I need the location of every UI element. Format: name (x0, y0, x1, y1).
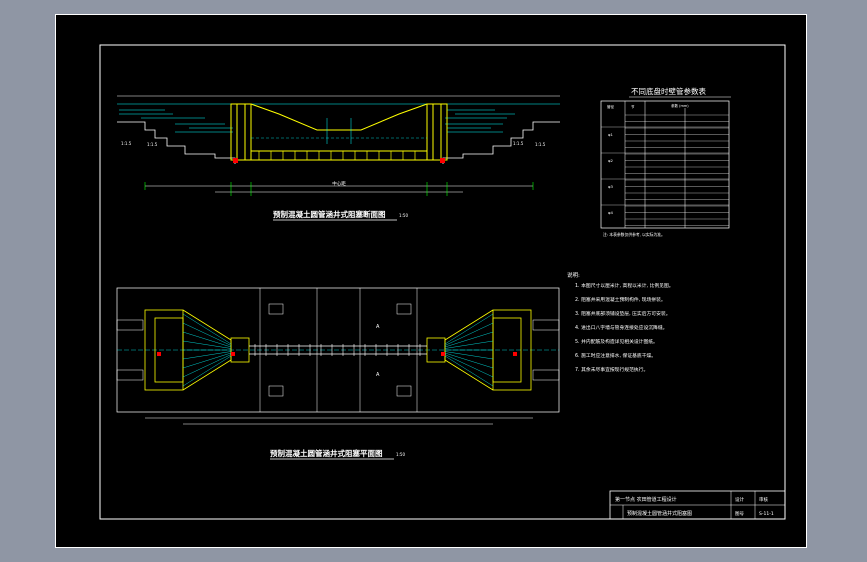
table-group-3: φ3 (608, 184, 614, 189)
table-group-1: φ1 (608, 132, 614, 137)
plan-view-title: 预制混凝土圆管涵井式阻塞平面图 (270, 448, 383, 458)
table-header-diameter: 管径 (607, 104, 615, 109)
cad-viewport[interactable]: 1:1.5 1:1.5 1:1.5 1:1.5 中心距 预制混凝土圆管涵井式阻塞断面… (0, 0, 867, 562)
drawing-sheet: 1:1.5 1:1.5 1:1.5 1:1.5 中心距 预制混凝土圆管涵井式阻塞断面… (55, 14, 807, 548)
title-block-project: 第一节点 农田管道工程设计 (615, 496, 677, 503)
notes-item-5: 5. 井内配筋及构造详见相关设计图纸。 (575, 338, 658, 345)
plan-cut-mark-top: A (376, 324, 380, 330)
notes-item-3: 3. 阻塞井底部须铺设垫层, 压实后方可安装。 (575, 310, 671, 317)
title-block-review-label: 审核 (759, 496, 768, 503)
title-block: 第一节点 农田管道工程设计 设计 审核 预制混凝土圆管涵井式阻塞图 图号 S-1… (609, 490, 786, 520)
section-view: 1:1.5 1:1.5 1:1.5 1:1.5 中心距 预制混凝土圆管涵井式阻塞断面… (117, 95, 560, 221)
table-header-segment: 节 (631, 104, 635, 109)
notes-item-2: 2. 阻塞井采用混凝土预制构件, 现场拼装。 (575, 296, 666, 303)
title-block-sheet-label: 图号 (735, 511, 744, 517)
notes-item-7: 7. 其余未尽事宜按现行规范执行。 (575, 366, 648, 373)
plan-view-scale: 1:50 (396, 452, 405, 457)
section-view-title: 预制混凝土圆管涵井式阻塞断面图 (273, 209, 386, 219)
table-group-4: φ4 (608, 210, 614, 215)
table-title: 不同底盘时壁管参数表 (631, 86, 706, 96)
table-note: 注: 本表参数仅供参考, 以实际为准。 (603, 232, 665, 237)
svg-text:1:1.5: 1:1.5 (535, 142, 546, 147)
plan-cut-mark-bottom: A (376, 372, 380, 378)
svg-text:1:1.5: 1:1.5 (513, 141, 524, 146)
notes-item-6: 6. 施工时应注意排水, 保证基底干燥。 (575, 352, 656, 359)
notes-item-4: 4. 进出口八字墙与管身连接处应设沉降缝。 (575, 324, 667, 331)
title-block-drawing-name: 预制混凝土圆管涵井式阻塞图 (627, 510, 692, 517)
notes-heading: 说明: (567, 271, 580, 279)
design-notes: 说明: 1. 本图尺寸以厘米计, 高程以米计, 比例见图。 2. 阻塞井采用混凝… (567, 271, 674, 373)
cad-drawing: 1:1.5 1:1.5 1:1.5 1:1.5 中心距 预制混凝土圆管涵井式阻塞断面… (55, 14, 807, 548)
svg-text:1:1.5: 1:1.5 (121, 141, 132, 146)
table-header-params: 参数 (mm) (671, 103, 689, 108)
section-view-scale: 1:50 (399, 213, 408, 218)
title-block-sheet-no: S-11-1 (759, 511, 774, 517)
plan-view: A A 预制混凝土圆管涵井式阻塞平面图 1:50 (116, 287, 560, 460)
section-center-dim: 中心距 (332, 180, 346, 187)
title-block-design-label: 设计 (735, 496, 744, 503)
svg-text:1:1.5: 1:1.5 (147, 142, 158, 147)
parameter-table: 不同底盘时壁管参数表 管径 节 参数 (mm) φ1 φ2 φ3 φ4 注: 本… (600, 86, 731, 237)
notes-item-1: 1. 本图尺寸以厘米计, 高程以米计, 比例见图。 (575, 282, 674, 289)
table-group-2: φ2 (608, 158, 614, 163)
inner-frame (99, 44, 786, 520)
